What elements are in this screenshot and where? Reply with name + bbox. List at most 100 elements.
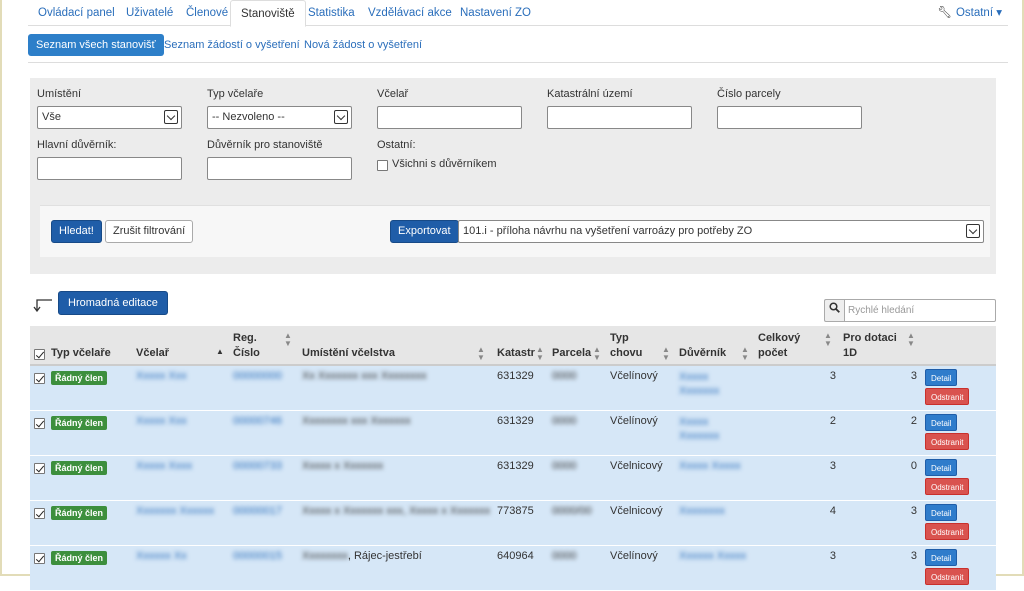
- table-row[interactable]: Řádný člen Xxxxx Xxx 00000746 Xxxxxxxx x…: [30, 411, 996, 456]
- bulk-edit-button[interactable]: Hromadná editace: [58, 291, 168, 315]
- tab-clenove[interactable]: Členové: [176, 0, 238, 26]
- katastr-label: Katastrální území: [547, 88, 633, 100]
- umisteni-redacted: Xx Xxxxxxx xxx Xxxxxxxx: [302, 370, 427, 382]
- katastr: 631329: [497, 415, 534, 427]
- tab-ovladaci-panel[interactable]: Ovládací panel: [28, 0, 125, 26]
- header-dotace-1[interactable]: Pro dotaci: [843, 331, 897, 345]
- table-row[interactable]: Řádný člen Xxxxx Xxx 00000000 Xx Xxxxxxx…: [30, 366, 996, 411]
- header-celkovy-2[interactable]: počet: [758, 346, 787, 360]
- reg-cislo-redacted[interactable]: 00000733: [233, 460, 282, 472]
- remove-button[interactable]: Odstranit: [925, 478, 970, 495]
- header-celkovy-1[interactable]: Celkový: [758, 331, 800, 345]
- row-checkbox[interactable]: [34, 418, 45, 429]
- umisteni-value: Vše: [42, 111, 61, 123]
- vcelar-name-redacted[interactable]: Xxxxxx Xx: [136, 550, 187, 562]
- sort-icon: ▲ ▼: [741, 345, 749, 362]
- search-button[interactable]: Hledat!: [51, 220, 102, 243]
- header-parcela[interactable]: Parcela: [552, 346, 591, 360]
- table-header: Typ včelaře Včelař ▲ Reg. Číslo ▲ ▼ Umíst…: [30, 326, 996, 366]
- reg-cislo-redacted[interactable]: 00000015: [233, 550, 282, 562]
- filter-panel: Umístění Vše Typ včelaře -- Nezvoleno --…: [30, 78, 996, 274]
- sort-icon: ▲ ▼: [662, 345, 670, 362]
- select-all-checkbox[interactable]: [34, 349, 45, 360]
- header-duvernik[interactable]: Důvěrník: [679, 346, 726, 360]
- detail-button[interactable]: Detail: [925, 504, 958, 521]
- chevron-down-icon: [164, 110, 178, 124]
- header-umisteni[interactable]: Umístění včelstva: [302, 346, 395, 360]
- header-reg-2[interactable]: Číslo: [233, 346, 260, 360]
- other-menu-label: Ostatní: [955, 7, 994, 19]
- header-vcelar[interactable]: Včelař: [136, 346, 169, 360]
- pill-nova-zadost[interactable]: Nová žádost o vyšetření: [296, 34, 430, 56]
- umisteni-redacted: Xxxxxxxx xxx Xxxxxxx: [302, 415, 411, 427]
- umisteni-select[interactable]: Vše: [37, 106, 182, 129]
- member-badge: Řádný člen: [51, 371, 108, 385]
- detail-button[interactable]: Detail: [925, 459, 958, 476]
- tab-uzivatele[interactable]: Uživatelé: [116, 0, 183, 26]
- table-row[interactable]: Řádný člen Xxxxxxx Xxxxxx 00000017 Xxxxx…: [30, 501, 996, 546]
- vcelar-input[interactable]: [377, 106, 522, 129]
- reset-filter-button[interactable]: Zrušit filtrování: [105, 220, 194, 243]
- row-checkbox[interactable]: [34, 463, 45, 474]
- reg-cislo-redacted[interactable]: 00000000: [233, 370, 282, 382]
- tab-stanoviste[interactable]: Stanoviště: [230, 0, 306, 27]
- remove-button[interactable]: Odstranit: [925, 433, 970, 450]
- divider: [28, 62, 1008, 63]
- remove-button[interactable]: Odstranit: [925, 388, 970, 405]
- duvernik-label: Důvěrník pro stanoviště: [207, 139, 323, 151]
- header-dotace-2[interactable]: 1D: [843, 346, 857, 360]
- tab-statistika[interactable]: Statistika: [298, 0, 365, 26]
- row-checkbox[interactable]: [34, 508, 45, 519]
- action-bar: Hledat! Zrušit filtrování Exportovat 101…: [40, 205, 990, 257]
- duvernik-redacted[interactable]: Xxxxxxxx: [679, 505, 725, 517]
- pro-dotaci: 3: [910, 550, 917, 562]
- member-badge: Řádný člen: [51, 416, 108, 430]
- remove-button[interactable]: Odstranit: [925, 523, 970, 540]
- detail-button[interactable]: Detail: [925, 414, 958, 431]
- row-checkbox[interactable]: [34, 553, 45, 564]
- remove-button[interactable]: Odstranit: [925, 568, 970, 585]
- export-template-select[interactable]: 101.i - příloha návrhu na vyšetření varr…: [458, 220, 984, 243]
- tab-vzdelavaci-akce[interactable]: Vzdělávací akce: [358, 0, 462, 26]
- umisteni: Xxxxxxxx, Rájec-jestřebí: [302, 550, 422, 562]
- vcelar-name-redacted[interactable]: Xxxxx Xxx: [136, 415, 187, 427]
- header-typ-chovu-2[interactable]: chovu: [610, 346, 642, 360]
- vcelar-name-redacted[interactable]: Xxxxx Xxx: [136, 370, 187, 382]
- table-row[interactable]: Řádný člen Xxxxxx Xx 00000015 Xxxxxxxx, …: [30, 546, 996, 591]
- header-typ-vcelare[interactable]: Typ včelaře: [51, 346, 111, 360]
- reg-cislo-redacted[interactable]: 00000017: [233, 505, 282, 517]
- main-navigation: Ovládací panel Uživatelé Členové Stanovi…: [28, 0, 1008, 27]
- vcelar-name-redacted[interactable]: Xxxxx Xxxx: [136, 460, 192, 472]
- row-checkbox[interactable]: [34, 373, 45, 384]
- katastr-input[interactable]: [547, 106, 692, 129]
- ostatni-label: Ostatní:: [377, 139, 416, 151]
- detail-button[interactable]: Detail: [925, 369, 958, 386]
- pro-dotaci: 2: [910, 415, 917, 427]
- typ-vcelare-select[interactable]: -- Nezvoleno --: [207, 106, 352, 129]
- umisteni-redacted: Xxxxxxxx: [302, 550, 348, 562]
- katastr: 640964: [497, 550, 534, 562]
- header-katastr[interactable]: Katastr: [497, 346, 535, 360]
- parcela-input[interactable]: [717, 106, 862, 129]
- tab-nastaveni-zo[interactable]: Nastavení ZO: [450, 0, 541, 26]
- hlavni-duvernik-input[interactable]: [37, 157, 182, 180]
- vcelar-name-redacted[interactable]: Xxxxxxx Xxxxxx: [136, 505, 214, 517]
- pill-seznam-stanovist[interactable]: Seznam všech stanovišť: [28, 34, 164, 56]
- header-typ-chovu-1[interactable]: Typ: [610, 331, 629, 345]
- duvernik-redacted[interactable]: Xxxxx Xxxxxxx: [679, 415, 719, 443]
- parcela-redacted: 0000: [552, 415, 577, 427]
- pill-seznam-zadosti[interactable]: Seznam žádostí o vyšetření: [156, 34, 308, 56]
- header-reg-1[interactable]: Reg.: [233, 331, 257, 345]
- quick-search-input[interactable]: Rychlé hledání: [844, 299, 996, 322]
- duvernik-input[interactable]: [207, 157, 352, 180]
- katastr: 773875: [497, 505, 534, 517]
- other-menu[interactable]: 🔧︎ Ostatní ▾: [937, 0, 1002, 26]
- table-row[interactable]: Řádný člen Xxxxx Xxxx 00000733 Xxxxx x X…: [30, 456, 996, 501]
- vsichni-checkbox[interactable]: [377, 160, 388, 171]
- detail-button[interactable]: Detail: [925, 549, 958, 566]
- duvernik-redacted[interactable]: Xxxxx Xxxxxxx: [679, 370, 719, 398]
- parcela-redacted: 0000: [552, 460, 577, 472]
- reg-cislo-redacted[interactable]: 00000746: [233, 415, 282, 427]
- export-button[interactable]: Exportovat: [390, 220, 459, 243]
- sort-icon: ▲ ▼: [477, 345, 485, 362]
